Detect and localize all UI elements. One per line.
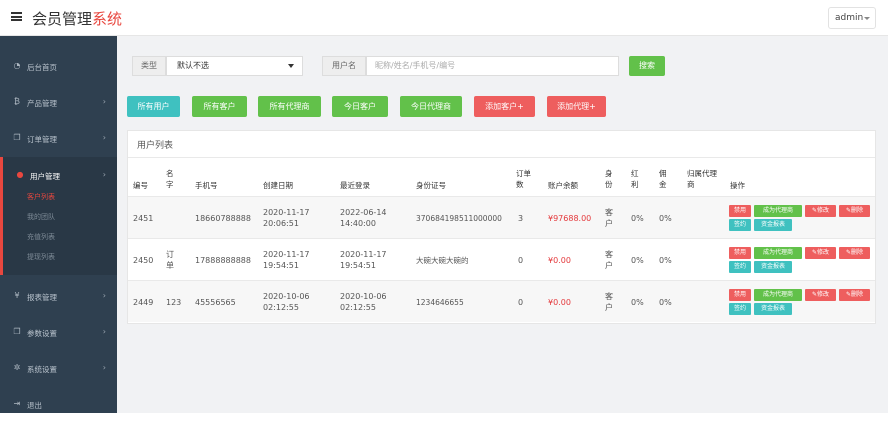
- sign-button[interactable]: 签约: [729, 219, 751, 231]
- fund-report-button[interactable]: 资金报表: [754, 303, 792, 315]
- col-header-balance: 账户余额: [548, 181, 578, 190]
- table-row: 2451 18660788888 2020-11-17 20:06:51 202…: [128, 196, 875, 238]
- user-list-panel: 用户列表 编号 名字 手机号 创建日期 最近登录 身份证号 订单数 账户余额 身…: [127, 130, 876, 324]
- col-header-last-login: 最近登录: [340, 181, 370, 190]
- subnav-withdraw-list[interactable]: 提现列表: [27, 252, 55, 262]
- search-button[interactable]: 搜索: [629, 56, 665, 76]
- col-header-created: 创建日期: [263, 181, 293, 190]
- logout-icon: ⇥: [13, 399, 21, 408]
- sidebar-item-reports[interactable]: ¥ 报表管理 ›: [0, 278, 117, 314]
- sidebar: ◔ 后台首页 ₿ 产品管理 › ❐ 订单管理 › ● 用户管理 › 客户列表 我…: [0, 36, 117, 413]
- delete-button[interactable]: ✎删除: [839, 205, 870, 217]
- col-header-commission: 佣金: [659, 169, 667, 189]
- all-customers-button[interactable]: 所有客户: [192, 96, 247, 117]
- add-customer-button[interactable]: 添加客户+: [474, 96, 535, 117]
- chevron-right-icon: ›: [102, 133, 106, 142]
- col-header-agent: 归属代理商: [687, 169, 717, 189]
- all-agents-button[interactable]: 所有代理商: [258, 96, 321, 117]
- sign-button[interactable]: 签约: [729, 261, 751, 273]
- search-input[interactable]: 昵称/姓名/手机号/编号: [366, 56, 619, 76]
- col-header-id-card: 身份证号: [416, 181, 446, 190]
- col-header-name: 名字: [166, 169, 174, 189]
- chevron-down-icon: [864, 17, 870, 20]
- table-row: 2450 订单 17888888888 2020-11-17 19:54:51 …: [128, 238, 875, 280]
- sidebar-item-home[interactable]: ◔ 后台首页: [0, 48, 117, 84]
- divider: [128, 157, 875, 158]
- disable-button[interactable]: 禁用: [729, 205, 751, 217]
- chevron-down-icon: ›: [102, 170, 106, 179]
- sidebar-item-params[interactable]: ❐ 参数设置 ›: [0, 314, 117, 350]
- chevron-down-icon: [288, 64, 294, 68]
- panel-title: 用户列表: [137, 141, 174, 151]
- sidebar-item-logout[interactable]: ⇥ 退出: [0, 386, 117, 422]
- col-header-actions: 操作: [730, 181, 745, 190]
- col-header-role: 身份: [605, 169, 613, 189]
- dashboard-icon: ◔: [13, 61, 21, 70]
- fund-report-button[interactable]: 资金报表: [754, 261, 792, 273]
- top-bar: 会员管理系统 admin: [0, 0, 888, 36]
- disable-button[interactable]: 禁用: [729, 289, 751, 301]
- user-dropdown[interactable]: admin: [828, 7, 876, 29]
- chevron-right-icon: ›: [102, 327, 106, 336]
- type-select[interactable]: 默认不选: [166, 56, 303, 76]
- app-title: 会员管理系统: [32, 10, 123, 28]
- gears-icon: ✲: [13, 363, 21, 372]
- col-header-id: 编号: [133, 181, 148, 190]
- edit-button[interactable]: ✎修改: [805, 289, 836, 301]
- sidebar-item-users[interactable]: ● 用户管理 › 客户列表 我的团队 充值列表 提现列表: [0, 157, 117, 275]
- type-label: 类型: [132, 56, 166, 76]
- subnav-my-team[interactable]: 我的团队: [27, 212, 55, 222]
- menu-toggle-icon[interactable]: [11, 12, 22, 21]
- disable-button[interactable]: 禁用: [729, 247, 751, 259]
- yen-icon: ¥: [14, 291, 20, 300]
- username-label: 用户名: [322, 56, 366, 76]
- become-agent-button[interactable]: 成为代理商: [754, 247, 802, 259]
- user-icon: ●: [16, 170, 24, 179]
- delete-button[interactable]: ✎删除: [839, 247, 870, 259]
- table-row: 2449 123 45556565 2020-10-06 02:12:55 20…: [128, 280, 875, 322]
- copy-icon: ❐: [13, 133, 21, 142]
- fund-report-button[interactable]: 资金报表: [754, 219, 792, 231]
- chevron-right-icon: ›: [102, 363, 106, 372]
- chevron-right-icon: ›: [102, 291, 106, 300]
- sign-button[interactable]: 签约: [729, 303, 751, 315]
- become-agent-button[interactable]: 成为代理商: [754, 289, 802, 301]
- sidebar-item-orders[interactable]: ❐ 订单管理 ›: [0, 120, 117, 156]
- subnav-recharge-list[interactable]: 充值列表: [27, 232, 55, 242]
- edit-button[interactable]: ✎修改: [805, 205, 836, 217]
- today-agents-button[interactable]: 今日代理商: [400, 96, 462, 117]
- become-agent-button[interactable]: 成为代理商: [754, 205, 802, 217]
- sidebar-item-system[interactable]: ✲ 系统设置 ›: [0, 350, 117, 386]
- col-header-bonus: 红利: [631, 169, 639, 189]
- bitcoin-icon: ₿: [14, 97, 20, 106]
- all-users-button[interactable]: 所有用户: [127, 96, 180, 117]
- edit-button[interactable]: ✎修改: [805, 247, 836, 259]
- subnav-customer-list[interactable]: 客户列表: [27, 192, 55, 202]
- add-agent-button[interactable]: 添加代理+: [547, 96, 606, 117]
- today-customers-button[interactable]: 今日客户: [332, 96, 388, 117]
- chevron-right-icon: ›: [102, 97, 106, 106]
- copy-icon: ❐: [13, 327, 21, 336]
- col-header-phone: 手机号: [195, 181, 218, 190]
- sidebar-item-products[interactable]: ₿ 产品管理 ›: [0, 84, 117, 120]
- delete-button[interactable]: ✎删除: [839, 289, 870, 301]
- col-header-orders: 订单数: [516, 169, 531, 189]
